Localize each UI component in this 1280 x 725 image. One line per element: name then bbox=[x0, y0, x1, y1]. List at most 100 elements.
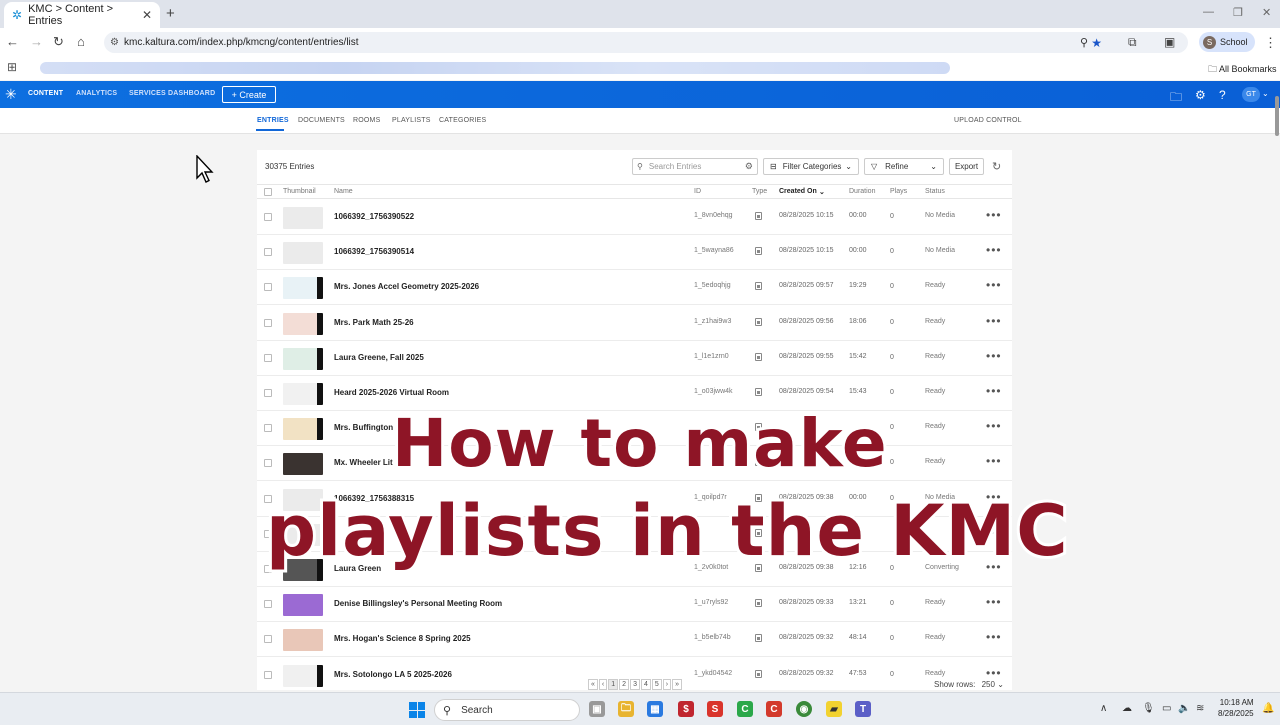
entry-thumbnail[interactable] bbox=[283, 277, 323, 300]
more-actions-icon[interactable]: ••• bbox=[986, 595, 1002, 609]
c-green-app-icon[interactable]: C bbox=[737, 701, 753, 717]
col-type[interactable]: Type bbox=[752, 188, 767, 195]
site-info-icon[interactable]: ⚙ bbox=[110, 37, 119, 48]
entry-name[interactable]: Mrs. Park Math 25-26 bbox=[334, 318, 414, 327]
entry-thumbnail[interactable] bbox=[283, 347, 323, 370]
volume-icon[interactable]: 🔈 bbox=[1178, 703, 1190, 714]
close-tab-icon[interactable]: ✕ bbox=[142, 8, 152, 22]
row-checkbox[interactable] bbox=[264, 670, 272, 679]
entry-name[interactable]: 1066392_1756390514 bbox=[334, 247, 414, 256]
display-icon[interactable]: ▭ bbox=[1162, 703, 1171, 714]
nav-content[interactable]: CONTENT bbox=[28, 90, 63, 97]
more-actions-icon[interactable]: ••• bbox=[986, 384, 1002, 398]
entry-thumbnail[interactable] bbox=[283, 418, 323, 441]
col-name[interactable]: Name bbox=[334, 188, 353, 195]
windows-start-icon[interactable] bbox=[409, 702, 425, 718]
kaltura-logo-icon[interactable]: ✳ bbox=[5, 86, 17, 103]
search-settings-icon[interactable]: ⚙ bbox=[745, 161, 753, 172]
page-2[interactable]: 2 bbox=[619, 679, 630, 690]
col-status[interactable]: Status bbox=[925, 188, 945, 195]
tab-rooms[interactable]: ROOMS bbox=[353, 117, 380, 124]
taskbar-search[interactable]: ⚲ Search bbox=[434, 699, 580, 721]
row-checkbox[interactable] bbox=[264, 318, 272, 327]
show-rows-select[interactable]: Show rows: 250 ⌄ bbox=[934, 680, 1004, 689]
last-page-icon[interactable]: » bbox=[672, 679, 683, 690]
filter-categories-dropdown[interactable]: ⊟ Filter Categories ⌄ bbox=[763, 158, 859, 175]
entry-name[interactable]: Denise Billingsley's Personal Meeting Ro… bbox=[334, 599, 502, 608]
calendar-app-icon[interactable]: ▦ bbox=[647, 701, 663, 717]
refine-dropdown[interactable]: ▽ Refine ⌄ bbox=[864, 158, 944, 175]
export-button[interactable]: Export bbox=[949, 158, 984, 175]
address-bar[interactable]: ⚙ kmc.kaltura.com/index.php/kmcng/conten… bbox=[104, 32, 1188, 53]
table-row[interactable]: Mrs. Park Math 25-26 1_z1hai9w3 08/28/2025… bbox=[257, 306, 1012, 341]
row-checkbox[interactable] bbox=[264, 389, 272, 397]
row-checkbox[interactable] bbox=[264, 459, 272, 468]
help-icon[interactable]: ? bbox=[1219, 88, 1226, 102]
table-row[interactable]: Denise Billingsley's Personal Meeting Ro… bbox=[257, 587, 1012, 623]
entry-name[interactable]: Mx. Wheeler Lit bbox=[334, 458, 393, 467]
restore-icon[interactable]: ❐ bbox=[1233, 6, 1243, 19]
s-app-icon[interactable]: S bbox=[707, 701, 723, 717]
bookmark-star-icon[interactable]: ★ bbox=[1091, 36, 1102, 50]
first-page-icon[interactable]: « bbox=[588, 679, 598, 690]
entry-name[interactable]: Mrs. Jones Accel Geometry 2025-2026 bbox=[334, 282, 479, 291]
table-row[interactable]: Mrs. Hogan's Science 8 Spring 2025 1_b5el… bbox=[257, 622, 1012, 658]
entry-thumbnail[interactable] bbox=[283, 312, 323, 335]
table-row[interactable]: Mrs. Jones Accel Geometry 2025-2026 1_5ed… bbox=[257, 270, 1012, 306]
page-3[interactable]: 3 bbox=[630, 679, 640, 690]
system-clock[interactable]: 10:18 AM 8/28/2025 bbox=[1218, 697, 1254, 719]
more-actions-icon[interactable]: ••• bbox=[986, 208, 1002, 222]
new-tab-icon[interactable]: + bbox=[166, 5, 175, 22]
row-checkbox[interactable] bbox=[264, 248, 272, 257]
dollar-app-icon[interactable]: $ bbox=[678, 701, 694, 717]
entry-name[interactable]: Mrs. Hogan's Science 8 Spring 2025 bbox=[334, 634, 471, 643]
task-view-icon[interactable]: ▣ bbox=[589, 701, 605, 717]
prev-page-icon[interactable]: ‹ bbox=[598, 679, 608, 690]
tab-categories[interactable]: CATEGORIES bbox=[439, 117, 486, 124]
more-actions-icon[interactable]: ••• bbox=[986, 630, 1002, 644]
forward-icon[interactable]: → bbox=[30, 34, 43, 49]
folder-icon[interactable]: 🗀 bbox=[1170, 88, 1182, 109]
refresh-icon[interactable]: ↻ bbox=[992, 160, 1001, 173]
entry-thumbnail[interactable] bbox=[283, 453, 323, 476]
col-plays[interactable]: Plays bbox=[890, 188, 907, 195]
page-1[interactable]: 1 bbox=[608, 679, 619, 690]
more-actions-icon[interactable]: ••• bbox=[986, 666, 1002, 680]
entry-name[interactable]: 1066392_1756390522 bbox=[334, 212, 414, 221]
extensions-icon[interactable]: ⧉ bbox=[1128, 35, 1137, 50]
nav-services-dashboard[interactable]: SERVICES DASHBOARD bbox=[129, 90, 215, 97]
all-bookmarks[interactable]: 🗀 All Bookmarks bbox=[1208, 62, 1277, 78]
col-created-on[interactable]: Created On bbox=[779, 188, 817, 195]
next-page-icon[interactable]: › bbox=[662, 679, 672, 690]
notifications-icon[interactable]: 🔔 bbox=[1262, 703, 1274, 714]
sticky-notes-icon[interactable]: ▰ bbox=[826, 701, 842, 717]
page-5[interactable]: 5 bbox=[651, 679, 662, 690]
profile-button[interactable]: S School bbox=[1199, 32, 1255, 52]
row-checkbox[interactable] bbox=[264, 213, 272, 221]
zoom-icon[interactable]: ⚲ bbox=[1080, 36, 1088, 49]
entry-name[interactable]: Heard 2025-2026 Virtual Room bbox=[334, 388, 449, 397]
minimize-icon[interactable]: — bbox=[1203, 6, 1214, 18]
row-checkbox[interactable] bbox=[264, 424, 272, 433]
row-checkbox[interactable] bbox=[264, 635, 272, 644]
page-scrollbar[interactable] bbox=[1275, 96, 1279, 136]
user-menu-chevron-icon[interactable]: ⌄ bbox=[1262, 89, 1269, 98]
tab-documents[interactable]: DOCUMENTS bbox=[298, 117, 345, 124]
settings-gear-icon[interactable]: ⚙ bbox=[1195, 88, 1206, 102]
microphone-icon[interactable]: 🎙 bbox=[1142, 703, 1155, 714]
more-actions-icon[interactable]: ••• bbox=[986, 278, 1002, 292]
more-actions-icon[interactable]: ••• bbox=[986, 349, 1002, 363]
back-icon[interactable]: ← bbox=[6, 34, 19, 49]
entry-name[interactable]: Mrs. Sotolongo LA 5 2025-2026 bbox=[334, 670, 452, 679]
create-button[interactable]: + Create bbox=[222, 86, 276, 103]
table-row[interactable]: 1066392_1756390522 1_8vn0ehqg 08/28/2025 1… bbox=[257, 200, 1012, 235]
entry-name[interactable]: Laura Greene, Fall 2025 bbox=[334, 353, 424, 362]
side-panel-icon[interactable]: ▣ bbox=[1164, 35, 1175, 49]
close-window-icon[interactable]: ✕ bbox=[1262, 6, 1271, 19]
table-row[interactable]: Laura Greene, Fall 2025 1_l1e1zrn0 08/28/2… bbox=[257, 341, 1012, 376]
upload-control-link[interactable]: UPLOAD CONTROL bbox=[954, 117, 1022, 124]
entry-thumbnail[interactable] bbox=[283, 207, 323, 229]
sort-desc-icon[interactable]: ⌄ bbox=[819, 188, 825, 196]
col-id[interactable]: ID bbox=[694, 188, 701, 195]
nav-analytics[interactable]: ANALYTICS bbox=[76, 90, 117, 97]
